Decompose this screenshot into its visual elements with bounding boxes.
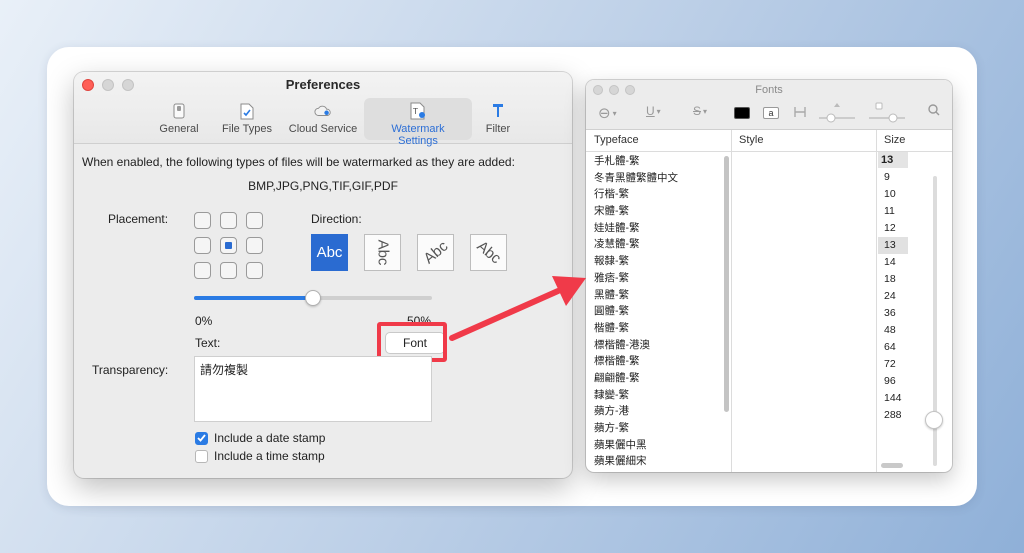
annotation-arrow	[449, 276, 586, 341]
